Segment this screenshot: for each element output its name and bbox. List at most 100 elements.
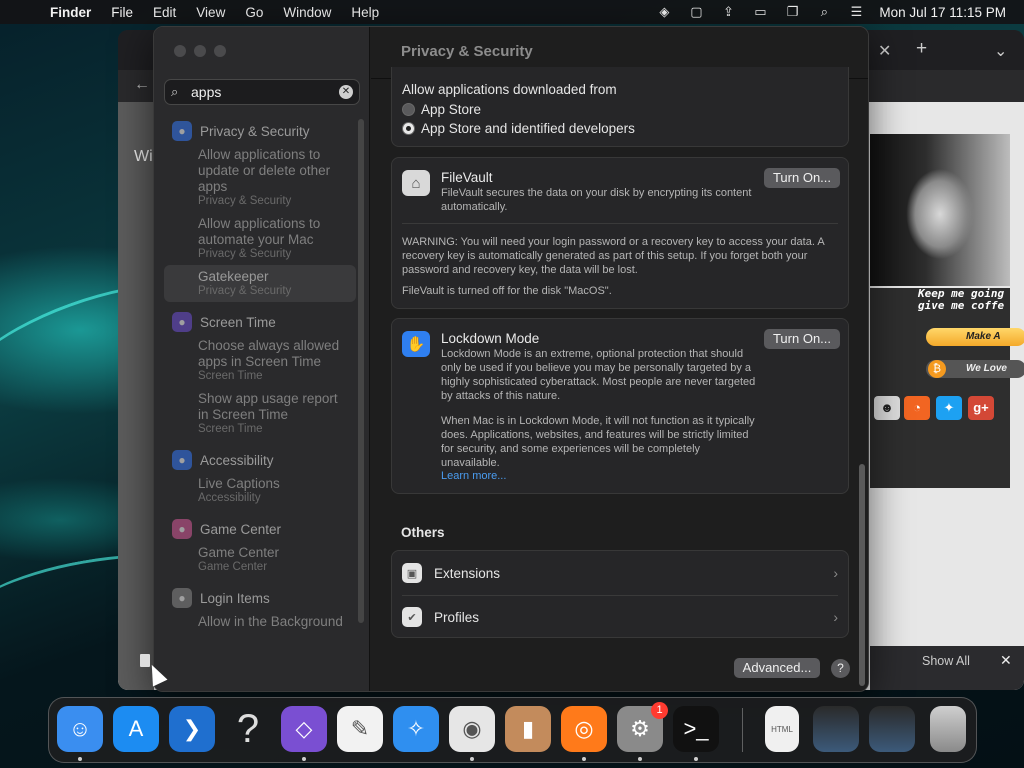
google-plus-icon[interactable]: g+ <box>968 396 994 420</box>
profiles-row[interactable]: ✔ Profiles › <box>392 595 848 639</box>
menu-file[interactable]: File <box>101 5 143 20</box>
profiles-icon: ✔ <box>402 607 422 627</box>
menu-edit[interactable]: Edit <box>143 5 186 20</box>
lockdown-title: Lockdown Mode <box>441 331 540 346</box>
rss-icon[interactable]: ◔ <box>904 396 930 420</box>
archive-icon[interactable]: ▮ <box>505 706 551 752</box>
lockdown-turn-on-button[interactable]: Turn On... <box>764 329 840 349</box>
chrome-icon[interactable]: ◉ <box>449 706 495 752</box>
help-icon[interactable]: ? <box>225 706 271 752</box>
running-indicator <box>582 757 586 761</box>
extensions-row[interactable]: ▣ Extensions › <box>392 551 848 595</box>
search-result-title: Gatekeeper <box>198 269 269 284</box>
tab-list-chevron-icon[interactable]: ⌄ <box>994 41 1007 61</box>
radio-app-store-identified[interactable]: App Store and identified developers <box>402 121 635 136</box>
upload-icon[interactable]: ⇪ <box>719 4 737 19</box>
radio-app-store[interactable]: App Store <box>402 102 481 117</box>
close-download-bar-icon[interactable]: ✕ <box>1000 652 1012 669</box>
search-result-item[interactable]: Allow applications to automate your Mac P… <box>164 212 356 265</box>
search-result-item[interactable]: Choose always allowed apps in Screen Tim… <box>164 334 356 387</box>
settings-search-field[interactable]: ⌕ apps ✕ <box>164 79 360 105</box>
menu-window[interactable]: Window <box>273 5 341 20</box>
maps-icon[interactable]: ◈ <box>655 4 673 19</box>
window-1-icon[interactable] <box>813 706 859 752</box>
sidebar-group-header[interactable]: ● Screen Time <box>164 310 356 334</box>
finder-icon[interactable]: ☺ <box>57 706 103 752</box>
search-icon[interactable]: ⌕ <box>815 4 833 19</box>
dock: ☺ A ❯? ◇ ✎ ✧ ◉ ▮ ◎ ⚙ 1 >_ HTML <box>48 697 977 763</box>
terminal-icon[interactable]: >_ <box>673 706 719 752</box>
back-arrow-icon[interactable]: ← <box>134 76 150 94</box>
filevault-icon: ⌂ <box>402 170 430 196</box>
radio-label: App Store <box>421 102 482 117</box>
minimize-window-icon[interactable] <box>194 45 206 57</box>
sidebar-scrollbar[interactable] <box>358 119 364 623</box>
vscode-icon[interactable]: ❯ <box>169 706 215 752</box>
search-result-item[interactable]: Live Captions Accessibility <box>164 472 356 509</box>
safari-icon[interactable]: ✧ <box>393 706 439 752</box>
sidebar-group-label: Privacy & Security <box>200 123 310 139</box>
main-scrollbar[interactable] <box>859 464 865 686</box>
tab-close-icon[interactable]: ✕ <box>878 41 891 61</box>
menu-go[interactable]: Go <box>235 5 273 20</box>
app-icon[interactable]: ▢ <box>687 4 705 19</box>
zoom-window-icon[interactable] <box>214 45 226 57</box>
divider <box>402 223 838 224</box>
app-store-icon[interactable]: A <box>113 706 159 752</box>
search-result-title: Allow applications to update or delete o… <box>198 147 331 194</box>
menu-bar: Finder File Edit View Go Window Help ◈ ▢… <box>0 0 1024 24</box>
search-result-item[interactable]: Game Center Game Center <box>164 541 356 578</box>
sidebar-group-header[interactable]: ● Game Center <box>164 517 356 541</box>
search-icon: ⌕ <box>171 84 179 99</box>
menu-help[interactable]: Help <box>341 5 389 20</box>
sidebar-group-header[interactable]: ● Login Items <box>164 586 356 610</box>
search-result-item[interactable]: Allow in the Background <box>164 610 356 634</box>
textedit-icon[interactable]: ✎ <box>337 706 383 752</box>
sidebar-group-label: Login Items <box>200 590 270 606</box>
sidebar-group-header[interactable]: ● Privacy & Security <box>164 119 356 143</box>
clear-search-icon[interactable]: ✕ <box>339 85 353 99</box>
twitter-icon[interactable]: ✦ <box>936 396 962 420</box>
close-window-icon[interactable] <box>174 45 186 57</box>
search-result-title: Show app usage report in Screen Time <box>198 391 338 422</box>
tablet-icon[interactable]: ▭ <box>751 4 769 19</box>
search-result-item[interactable]: Show app usage report in Screen Time Scre… <box>164 387 356 440</box>
dock-separator <box>742 708 743 752</box>
notification-badge: 1 <box>651 702 668 719</box>
visual-studio-icon[interactable]: ◇ <box>281 706 327 752</box>
show-all-link[interactable]: Show All <box>922 654 970 668</box>
advanced-button[interactable]: Advanced... <box>734 658 820 678</box>
lockdown-description-2: When Mac is in Lockdown Mode, it will no… <box>441 415 755 469</box>
search-result-title: Allow in the Background <box>198 614 343 629</box>
donate-button[interactable]: Make A <box>926 328 1024 346</box>
trash-icon[interactable] <box>930 706 966 752</box>
hand-icon: ● <box>172 121 192 141</box>
profiles-label: Profiles <box>434 609 480 625</box>
filevault-turn-on-button[interactable]: Turn On... <box>764 168 840 188</box>
search-result-subtitle: Privacy & Security <box>198 195 292 207</box>
menu-clock[interactable]: Mon Jul 17 11:15 PM <box>879 5 1006 20</box>
site-sidebar <box>870 288 1010 488</box>
radio-label: App Store and identified developers <box>421 121 635 136</box>
avatar-icon[interactable]: ☻ <box>874 396 900 420</box>
radio-button[interactable] <box>402 103 415 116</box>
sidebar-group: ● Game Center Game Center Game Center <box>164 517 356 578</box>
page-title: Privacy & Security <box>401 43 533 60</box>
filevault-description: FileVault secures the data on your disk … <box>441 187 752 213</box>
firefox-icon[interactable]: ◎ <box>561 706 607 752</box>
help-button[interactable]: ? <box>831 659 850 678</box>
new-tab-icon[interactable]: + <box>916 38 927 60</box>
search-input[interactable]: apps <box>191 84 333 100</box>
radio-button-selected[interactable] <box>402 122 415 135</box>
learn-more-link[interactable]: Learn more... <box>441 470 506 482</box>
sidebar-group: ● Privacy & Security Allow applications to… <box>164 119 356 302</box>
screens-icon[interactable]: ❐ <box>783 4 801 19</box>
window-2-icon[interactable] <box>869 706 915 752</box>
sidebar-group-header[interactable]: ● Accessibility <box>164 448 356 472</box>
search-result-item[interactable]: Gatekeeper Privacy & Security <box>164 265 356 302</box>
control-center-icon[interactable]: ☰ <box>847 4 865 19</box>
search-result-item[interactable]: Allow applications to update or delete o… <box>164 143 356 212</box>
menu-app-name[interactable]: Finder <box>40 5 101 20</box>
menu-view[interactable]: View <box>186 5 235 20</box>
html-file-icon[interactable]: HTML <box>765 706 799 752</box>
